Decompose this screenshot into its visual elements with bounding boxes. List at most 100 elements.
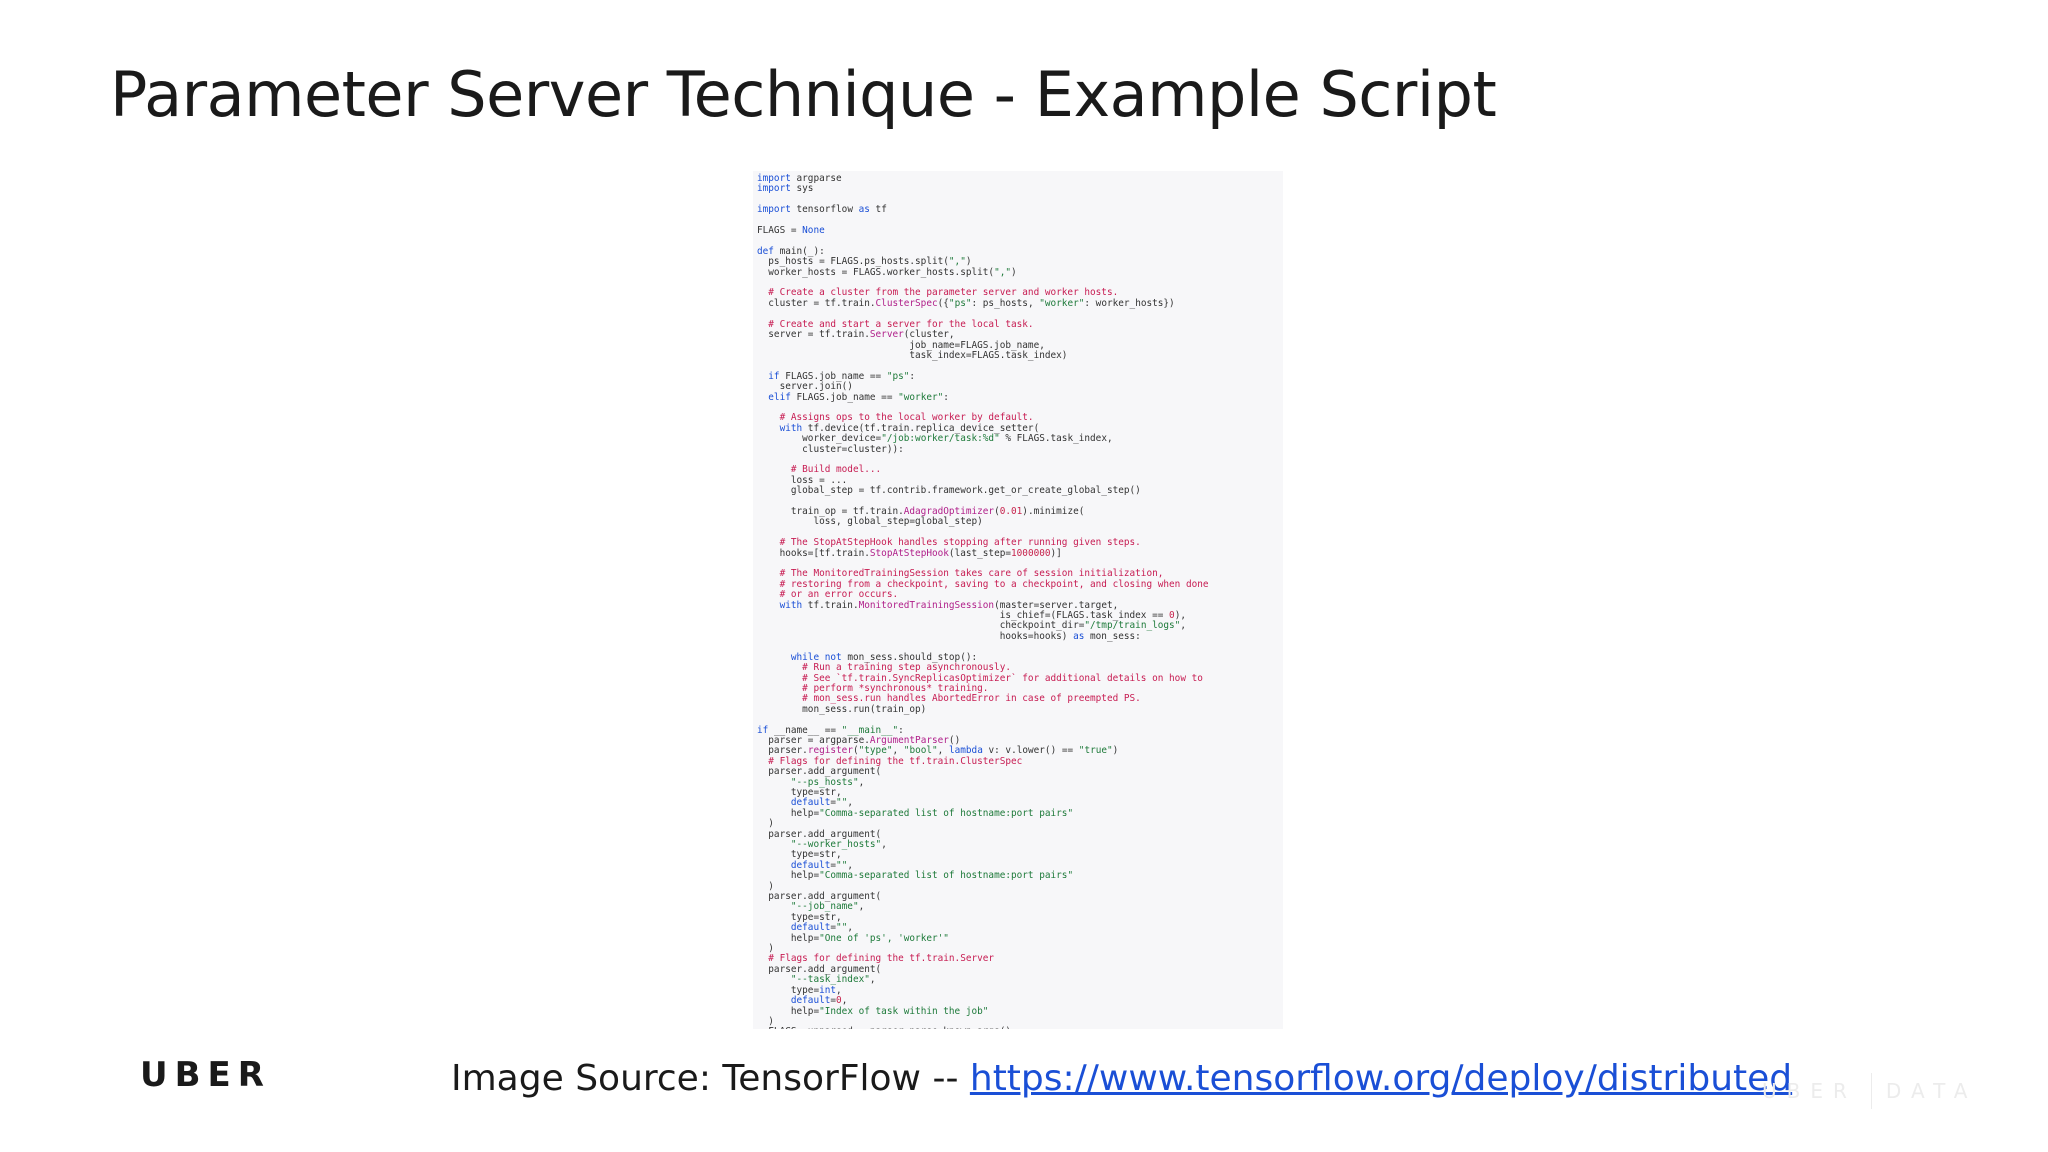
code-token: ).minimize(: [1022, 506, 1085, 517]
code-token: # perform *synchronous* training.: [757, 682, 989, 694]
code-token: StopAtStepHook: [869, 547, 949, 559]
code-token: ),: [1174, 610, 1186, 622]
code-token: # Run a training step asynchronously.: [757, 662, 1011, 674]
code-token: "worker": [1039, 297, 1085, 309]
code-token: parser.: [757, 745, 808, 757]
code-token: v: v.lower() ==: [982, 745, 1079, 757]
code-token: (): [948, 734, 961, 746]
code-token: default: [790, 922, 831, 934]
image-source-caption: Image Source: TensorFlow -- https://www.…: [451, 1058, 1792, 1099]
code-token: MonitoredTrainingSession: [858, 599, 995, 611]
code-token: # The MonitoredTrainingSession takes car…: [757, 568, 1164, 580]
code-token: % FLAGS.task_index,: [999, 433, 1113, 445]
code-token: ,: [881, 839, 887, 850]
code-line: FLAGS, unparsed = parser.parse_known_arg…: [757, 1027, 1283, 1029]
code-token: :: [943, 391, 949, 403]
code-token: # Flags for defining the tf.train.Cluste…: [757, 755, 1023, 767]
code-token: "bool": [903, 745, 938, 757]
code-token: import: [757, 183, 791, 195]
code-token: worker_hosts = FLAGS.worker_hosts.split(: [757, 266, 995, 278]
code-token: ,: [847, 859, 853, 871]
code-token: parser.add_argument(: [757, 766, 882, 778]
code-token: FLAGS, unparsed = parser.parse_known_arg…: [757, 1026, 1011, 1029]
code-token: :: [909, 370, 916, 382]
code-token: )]: [1050, 547, 1062, 559]
source-link[interactable]: https://www.tensorflow.org/deploy/distri…: [970, 1058, 1792, 1099]
code-token: : worker_hosts}): [1084, 297, 1175, 309]
code-token: :: [898, 724, 904, 736]
code-token: (last_step=: [948, 547, 1012, 559]
code-token: FLAGS.job_name ==: [790, 391, 899, 403]
code-token: parser = argparse.: [757, 734, 870, 746]
code-token: type=str,: [757, 849, 842, 861]
code-token: import: [757, 204, 791, 216]
code-token: ): [757, 943, 774, 955]
code-token: ArgumentParser: [869, 734, 949, 746]
code-token: "type": [858, 745, 893, 757]
code-token: parser.add_argument(: [757, 963, 882, 975]
code-token: while not: [757, 651, 842, 663]
code-token: type=: [757, 984, 820, 996]
code-token: "": [836, 859, 848, 871]
code-token: "--ps_hosts": [757, 776, 859, 788]
code-token: # or an error occurs.: [757, 589, 899, 601]
code-token: (master=server.target,: [994, 599, 1119, 611]
code-token: default: [790, 859, 831, 871]
code-token: ): [757, 880, 774, 892]
code-token: "true": [1078, 745, 1113, 757]
code-token: hooks=hooks): [757, 630, 1074, 642]
code-line: help="Comma-separated list of hostname:p…: [757, 808, 1283, 819]
code-token: server.join(): [757, 381, 853, 393]
code-token: 0.01: [999, 506, 1023, 517]
code-token: ({: [937, 297, 949, 309]
code-token: is_chief=(FLAGS.task_index ==: [757, 610, 1170, 622]
code-line: help="Index of task within the job": [757, 1006, 1283, 1017]
code-token: Server: [869, 329, 904, 341]
slide-title: Parameter Server Technique - Example Scr…: [110, 58, 1497, 131]
watermark-data-text: DATA: [1885, 1079, 1978, 1103]
code-token: as: [1073, 630, 1085, 642]
code-token: "One of 'ps', 'worker'": [819, 932, 949, 944]
code-line: mon_sess.run(train_op): [757, 704, 1283, 715]
code-line: hooks=hooks) as mon_sess:: [757, 630, 1283, 642]
code-token: as: [858, 204, 870, 216]
code-token: def: [757, 245, 774, 257]
code-token: tf: [869, 204, 887, 216]
code-token: ): [965, 256, 972, 268]
code-token: parser.add_argument(: [757, 891, 882, 903]
code-token: ,: [836, 984, 842, 996]
code-token: "/job:worker/task:%d": [881, 433, 1000, 445]
code-token: ,: [847, 922, 853, 934]
code-token: ,: [858, 901, 865, 913]
code-token: # See `tf.train.SyncReplicasOptimizer` f…: [757, 672, 1203, 684]
code-token: if: [757, 724, 769, 736]
code-token: ,: [847, 797, 853, 809]
code-token: # mon_sess.run handles AbortedError in c…: [757, 693, 1141, 705]
code-token: ): [757, 1015, 774, 1027]
code-token: ,: [869, 974, 876, 986]
code-token: help=: [757, 932, 820, 944]
code-token: ,: [841, 995, 848, 1007]
code-token: ,: [937, 745, 949, 757]
code-token: # Create a cluster from the parameter se…: [757, 287, 1119, 299]
code-token: : ps_hosts,: [971, 297, 1040, 309]
code-token: "--worker_hosts": [757, 839, 882, 850]
code-token: ",": [994, 266, 1011, 278]
code-line: help="One of 'ps', 'worker'": [757, 932, 1283, 944]
code-line: worker_hosts = FLAGS.worker_hosts.split(…: [757, 266, 1283, 278]
code-token: # Flags for defining the tf.train.Server: [757, 953, 995, 965]
code-token: global_step = tf.contrib.framework.get_o…: [757, 485, 1141, 497]
code-token: "": [836, 797, 848, 809]
code-token: "": [836, 922, 848, 934]
code-token: AdagradOptimizer: [903, 506, 995, 517]
code-token: server = tf.train.: [757, 329, 870, 341]
code-token: with: [757, 422, 803, 434]
watermark-divider: [1870, 1073, 1872, 1109]
code-token: # The StopAtStepHook handles stopping af…: [757, 537, 1141, 549]
code-token: job_name=FLAGS.job_name,: [757, 339, 1045, 351]
code-line: task_index=FLAGS.task_index): [757, 350, 1283, 361]
